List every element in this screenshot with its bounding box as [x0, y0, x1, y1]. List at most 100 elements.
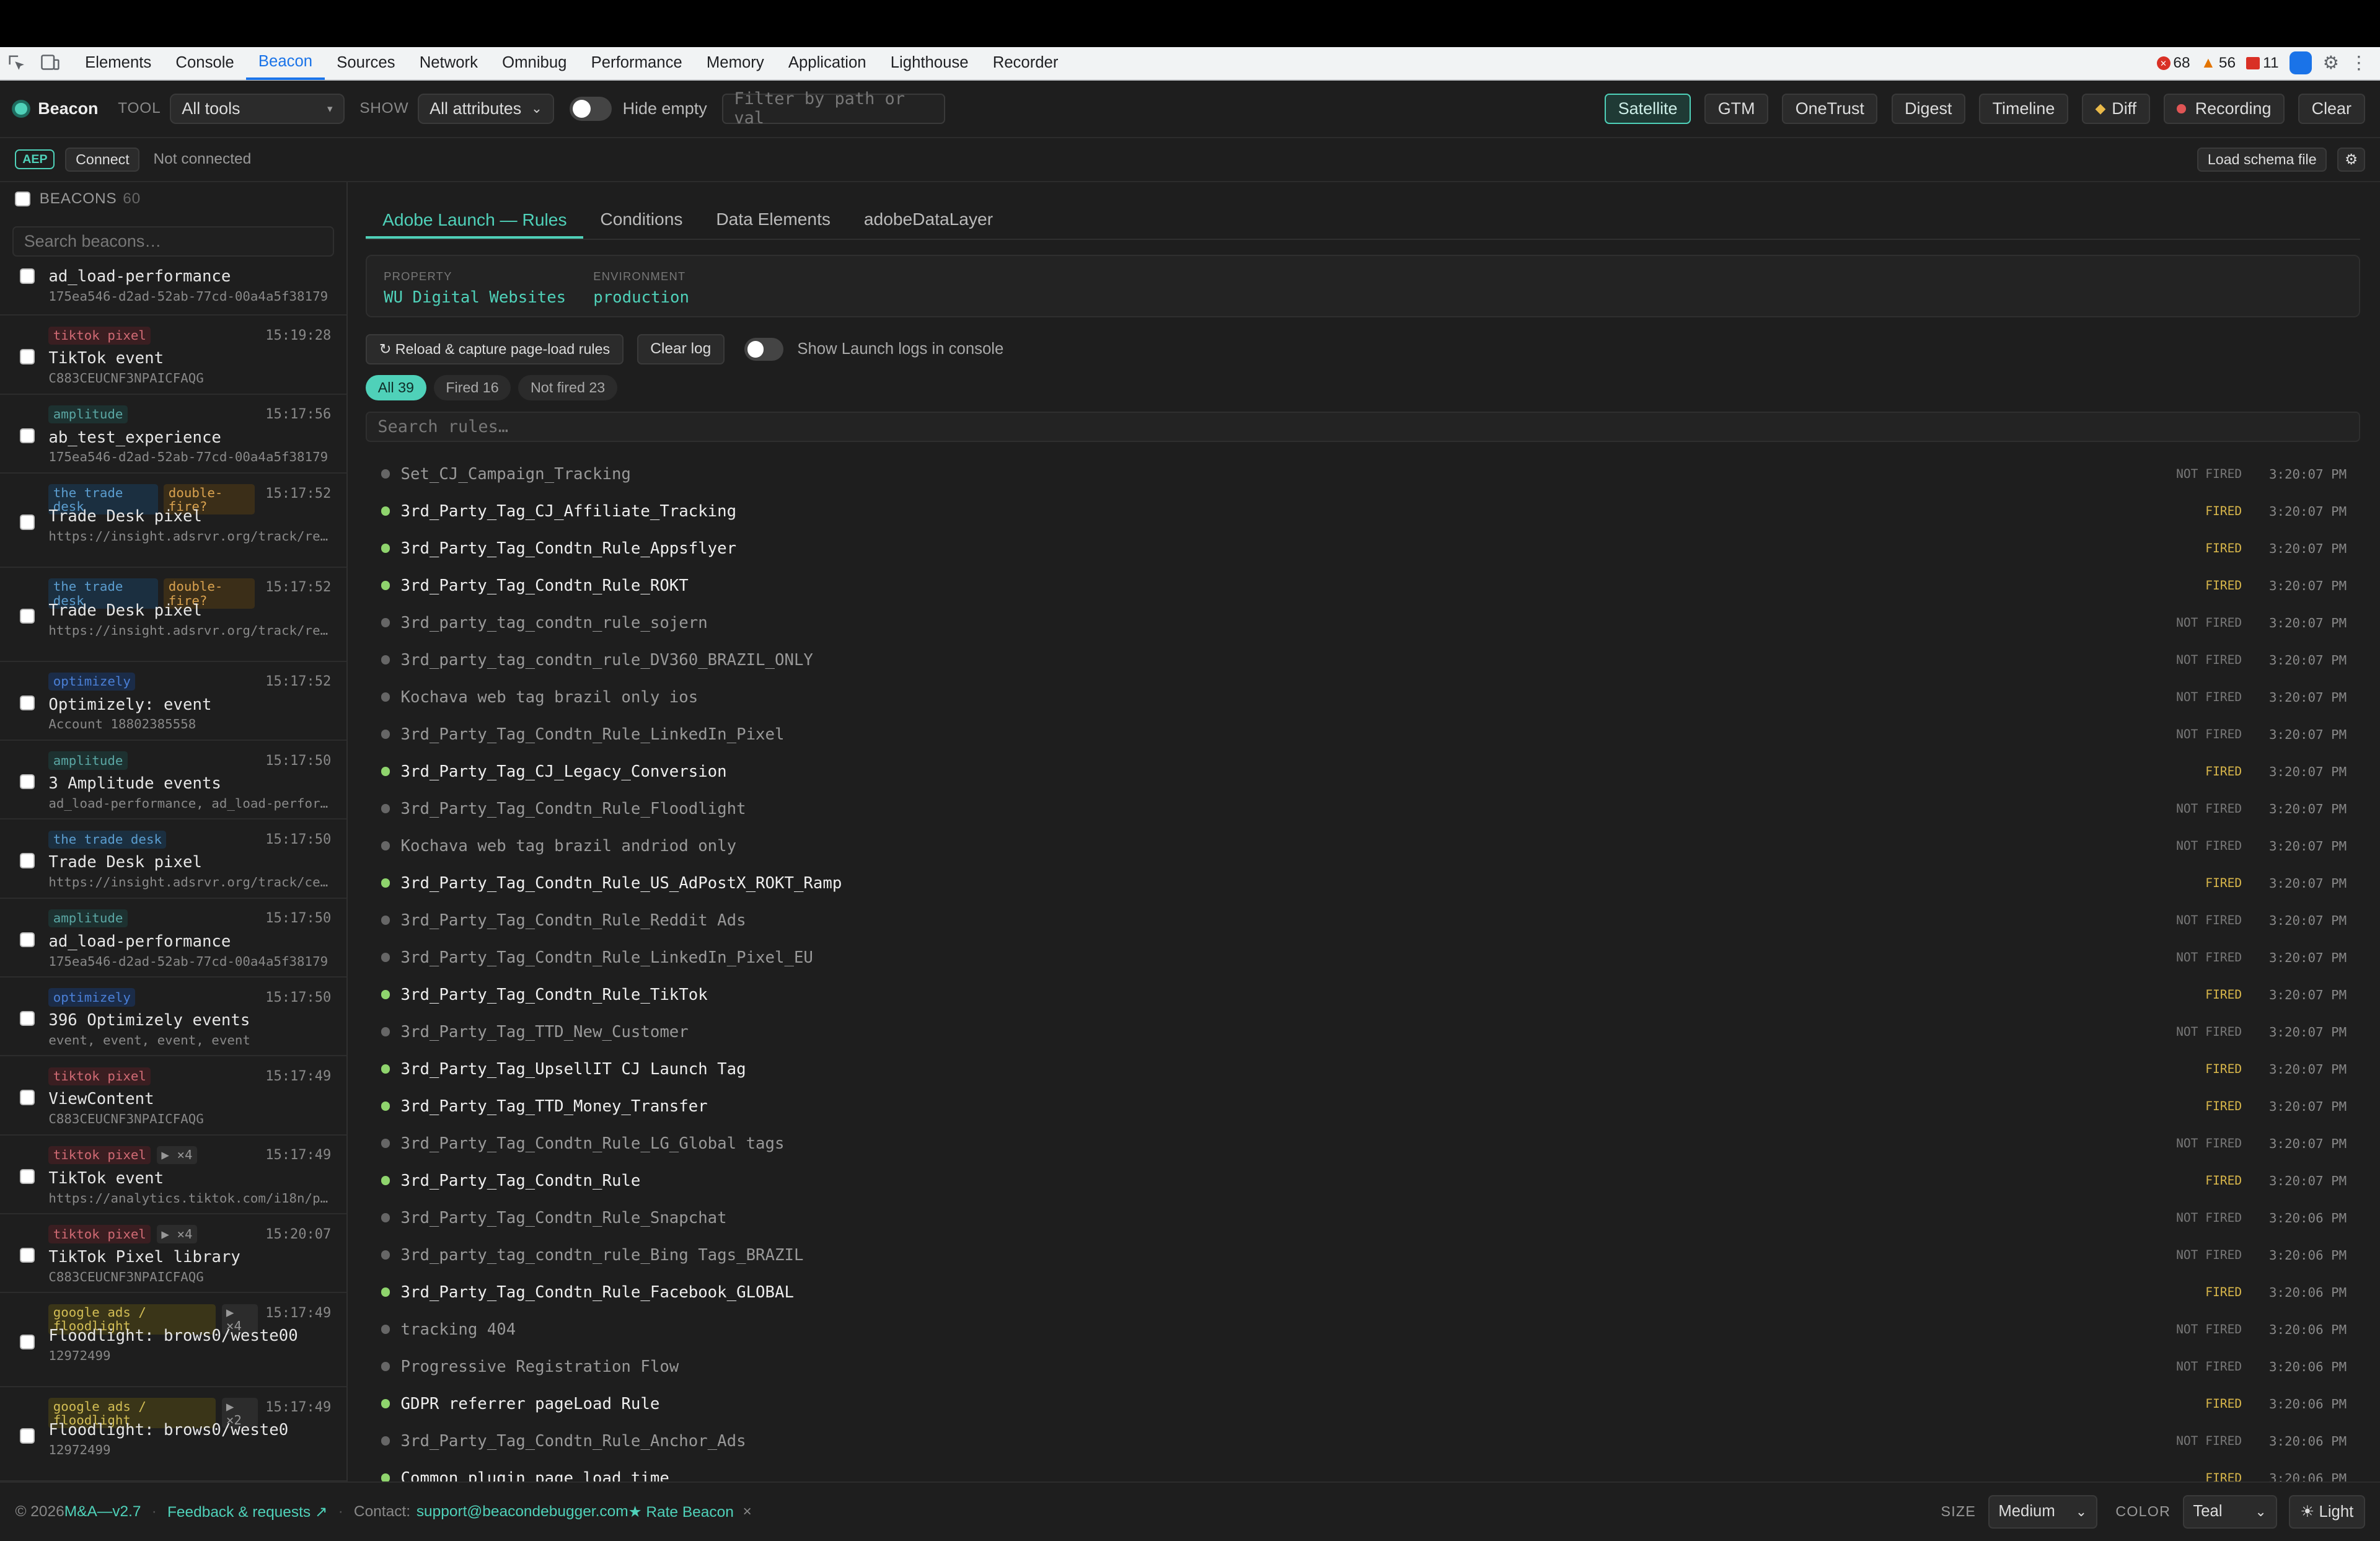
devtools-tab-beacon[interactable]: Beacon	[246, 46, 325, 80]
rule-row[interactable]: 3rd_Party_Tag_Condtn_Rule FIRED 3:20:07 PM	[366, 1162, 2360, 1199]
filter-input[interactable]: Filter by path or val	[722, 89, 946, 128]
feedback-link[interactable]: Feedback & requests ↗	[167, 1503, 328, 1521]
devtools-tab-memory[interactable]: Memory	[694, 46, 776, 80]
beacon-list-item[interactable]: google ads / floodlight ▶ ×4 15:17:49 Flood…	[0, 1293, 346, 1388]
hide-empty-toggle[interactable]	[569, 96, 612, 121]
devtools-tab-recorder[interactable]: Recorder	[981, 46, 1070, 80]
devtools-tab-network[interactable]: Network	[407, 46, 490, 80]
beacon-checkbox[interactable]	[19, 609, 35, 624]
select-all-checkbox[interactable]	[15, 191, 30, 207]
beacon-checkbox[interactable]	[19, 268, 35, 284]
rule-row[interactable]: 3rd_Party_Tag_Condtn_Rule_LG_Global tags…	[366, 1125, 2360, 1162]
timeline-button[interactable]: Timeline	[1979, 93, 2068, 124]
beacon-checkbox[interactable]	[19, 1334, 35, 1350]
rule-row[interactable]: 3rd_Party_Tag_CJ_Affiliate_Tracking FIRED…	[366, 493, 2360, 530]
beacon-list-item[interactable]: tiktok pixel ▶ ×4 15:20:07 TikTok Pixel lib…	[0, 1214, 346, 1294]
beacon-list-item[interactable]: amplitude 15:17:56 ab_test_experience 175ea…	[0, 395, 346, 474]
rule-row[interactable]: 3rd_Party_Tag_Condtn_Rule_TikTok FIRED 3:2…	[366, 976, 2360, 1013]
beacon-checkbox[interactable]	[19, 932, 35, 948]
devtools-tab-lighthouse[interactable]: Lighthouse	[878, 46, 981, 80]
gtm-button[interactable]: GTM	[1704, 93, 1769, 124]
rule-row[interactable]: Common plugin page load time FIRED 3:20:06…	[366, 1460, 2360, 1482]
rule-row[interactable]: GDPR referrer pageLoad Rule FIRED 3:20:06 …	[366, 1385, 2360, 1423]
beacon-checkbox[interactable]	[19, 1428, 35, 1444]
device-toolbar-icon[interactable]	[33, 46, 67, 80]
beacon-list-item[interactable]: amplitude 15:17:50 3 Amplitude events ad_lo…	[0, 741, 346, 820]
inspect-element-icon[interactable]	[0, 46, 33, 80]
satellite-button[interactable]: Satellite	[1605, 93, 1691, 124]
beacon-checkbox[interactable]	[19, 853, 35, 868]
rule-row[interactable]: 3rd_Party_Tag_Condtn_Rule_Appsflyer FIRED…	[366, 530, 2360, 567]
digest-button[interactable]: Digest	[1891, 93, 1965, 124]
schema-settings-icon[interactable]: ⚙	[2337, 147, 2365, 172]
beacon-checkbox[interactable]	[19, 1248, 35, 1263]
content-tab[interactable]: Conditions	[583, 210, 699, 239]
devtools-tab-application[interactable]: Application	[776, 46, 878, 80]
beacon-checkbox[interactable]	[19, 428, 35, 444]
warning-count[interactable]: ▲ 56	[2201, 55, 2236, 72]
rule-row[interactable]: 3rd_Party_Tag_Condtn_Rule_Anchor_Ads NOT …	[366, 1423, 2360, 1460]
beacon-checkbox[interactable]	[19, 349, 35, 364]
rule-filter-pill[interactable]: All 39	[366, 374, 426, 401]
beacon-checkbox[interactable]	[19, 1010, 35, 1027]
devtools-tab-sources[interactable]: Sources	[325, 46, 407, 80]
rule-row[interactable]: Set_CJ_Campaign_Tracking NOT FIRED 3:20:07…	[366, 456, 2360, 493]
beacon-checkbox[interactable]	[19, 514, 35, 530]
rule-row[interactable]: Progressive Registration Flow NOT FIRED 3:…	[366, 1348, 2360, 1385]
rule-row[interactable]: 3rd_party_tag_condtn_rule_DV360_BRAZIL_O…	[366, 642, 2360, 679]
rule-row[interactable]: tracking 404 NOT FIRED 3:20:06 PM	[366, 1311, 2360, 1348]
clear-log-button[interactable]: Clear log	[637, 333, 725, 364]
clear-button[interactable]: Clear	[2298, 93, 2365, 124]
extension-icon[interactable]	[2289, 51, 2312, 75]
reload-capture-button[interactable]: ↻ Reload & capture page-load rules	[366, 333, 624, 364]
beacon-list-item[interactable]: optimizely 15:17:50 396 Optimizely events e…	[0, 978, 346, 1057]
beacon-list-item[interactable]: amplitude 15:17:50 ad_load-performance 175e…	[0, 899, 346, 978]
more-menu-icon[interactable]: ⋮	[2350, 52, 2368, 74]
beacon-list-item[interactable]: the trade desk double-fire? 15:17:52 Trade …	[0, 474, 346, 568]
show-select[interactable]: All attributes ⌄	[417, 93, 555, 124]
rule-row[interactable]: Kochava web tag brazil only ios NOT FIRED…	[366, 679, 2360, 716]
beacon-checkbox[interactable]	[19, 1090, 35, 1105]
rate-beacon-link[interactable]: ★ Rate Beacon	[628, 1503, 734, 1521]
rule-row[interactable]: 3rd_Party_Tag_Condtn_Rule_Floodlight NOT …	[366, 790, 2360, 828]
rule-row[interactable]: 3rd_Party_Tag_CJ_Legacy_Conversion FIRED 3…	[366, 753, 2360, 790]
rule-filter-pill[interactable]: Fired 16	[433, 374, 511, 401]
beacon-list-item[interactable]: google ads / floodlight ▶ ×2 15:17:49 Flood…	[0, 1387, 346, 1482]
rule-row[interactable]: 3rd_Party_Tag_Condtn_Rule_LinkedIn_Pixel…	[366, 939, 2360, 976]
connect-button[interactable]: Connect	[65, 147, 140, 172]
rule-row[interactable]: 3rd_Party_Tag_Condtn_Rule_Facebook_GLOBA…	[366, 1274, 2360, 1311]
rule-row[interactable]: 3rd_Party_Tag_TTD_Money_Transfer FIRED 3:2…	[366, 1088, 2360, 1125]
beacon-list-item[interactable]: the trade desk double-fire? 15:17:52 Trade …	[0, 568, 346, 662]
beacon-list-item[interactable]: tiktok pixel 15:19:28 TikTok event C883CEUC…	[0, 316, 346, 395]
rule-row[interactable]: 3rd_Party_Tag_Condtn_Rule_LinkedIn_Pixel…	[366, 716, 2360, 753]
diff-button[interactable]: ◆ Diff	[2081, 93, 2150, 124]
rule-row[interactable]: 3rd_Party_Tag_Condtn_Rule_US_AdPostX_ROK…	[366, 865, 2360, 902]
content-tab[interactable]: Data Elements	[699, 210, 847, 239]
rule-row[interactable]: 3rd_party_tag_condtn_rule_Bing Tags_BRAZ…	[366, 1237, 2360, 1274]
recording-button[interactable]: Recording	[2163, 93, 2285, 124]
rule-filter-pill[interactable]: Not fired 23	[518, 374, 617, 401]
beacon-list-item[interactable]: optimizely 15:17:52 Optimizely: event Accou…	[0, 662, 346, 741]
rule-row[interactable]: 3rd_Party_Tag_Condtn_Rule_Snapchat NOT FI…	[366, 1199, 2360, 1237]
error-count[interactable]: × 68	[2156, 55, 2190, 72]
content-tab[interactable]: adobeDataLayer	[847, 210, 1010, 239]
beacon-list-item[interactable]: tiktok pixel 15:17:49 ViewContent C883CEUCN…	[0, 1056, 346, 1136]
content-tab[interactable]: Adobe Launch — Rules	[366, 210, 584, 239]
devtools-tab-omnibug[interactable]: Omnibug	[490, 46, 579, 80]
rule-row[interactable]: 3rd_Party_Tag_UpsellIT CJ Launch Tag FIRE…	[366, 1051, 2360, 1088]
version-link[interactable]: M&A—v2.7	[64, 1503, 141, 1521]
beacon-checkbox[interactable]	[19, 1168, 35, 1185]
beacon-checkbox[interactable]	[19, 695, 35, 711]
size-select[interactable]: Medium ⌄	[1988, 1495, 2097, 1529]
beacon-list-item[interactable]: tiktok pixel ▶ ×4 15:17:49 TikTok event http…	[0, 1136, 346, 1215]
devtools-tab-console[interactable]: Console	[164, 46, 246, 80]
tool-select[interactable]: All tools ▾	[170, 93, 345, 124]
rule-row[interactable]: 3rd_Party_Tag_TTD_New_Customer NOT FIRED 3…	[366, 1013, 2360, 1051]
devtools-tab-performance[interactable]: Performance	[579, 46, 694, 80]
close-icon[interactable]: ×	[743, 1503, 752, 1521]
rule-row[interactable]: Kochava web tag brazil andriod only NOT F…	[366, 828, 2360, 865]
load-schema-button[interactable]: Load schema file	[2197, 147, 2327, 172]
beacon-checkbox[interactable]	[19, 774, 35, 790]
devtools-tab-elements[interactable]: Elements	[73, 46, 164, 80]
beacon-list-item[interactable]: ad_load-performance 175ea546-d2ad-52ab-77…	[0, 264, 346, 316]
